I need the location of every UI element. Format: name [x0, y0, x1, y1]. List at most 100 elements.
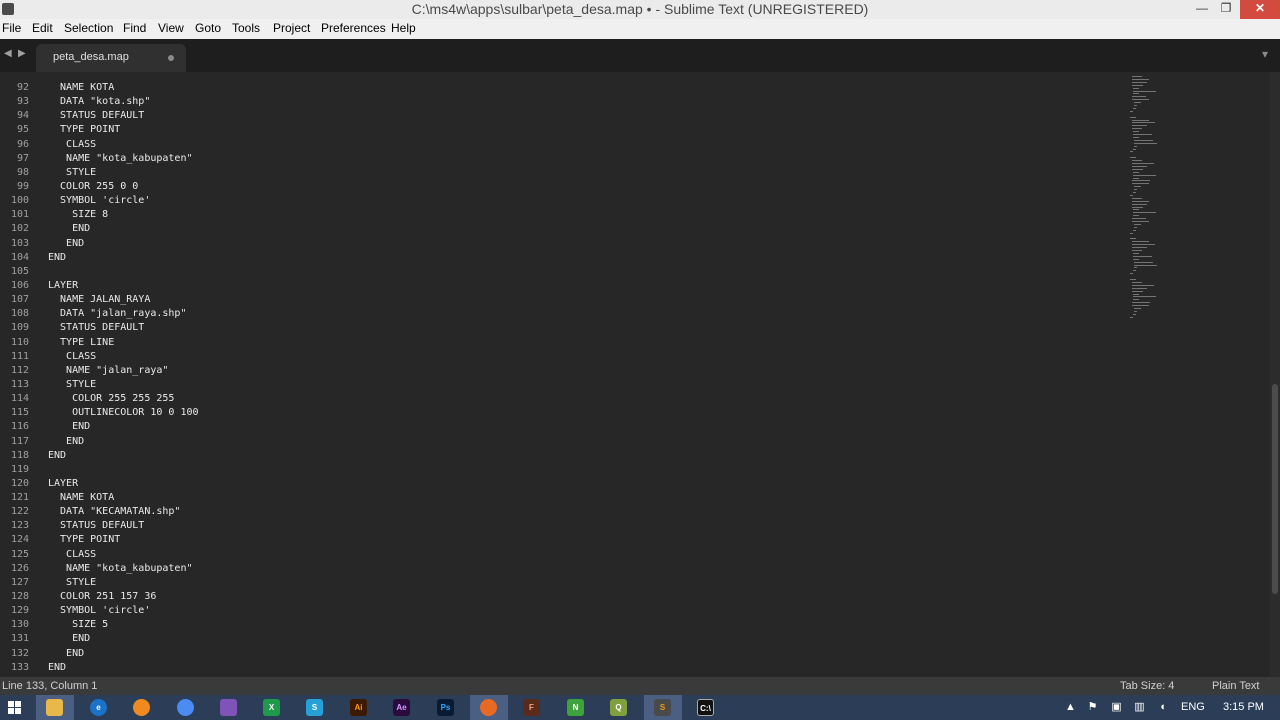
tab-size-selector[interactable]: Tab Size: 4 [1120, 677, 1174, 695]
code-line[interactable]: 93 DATA "kota.shp" [0, 95, 1120, 109]
code-line[interactable]: 98 STYLE [0, 166, 1120, 180]
excel-icon[interactable]: X [263, 699, 280, 716]
windows-start-icon[interactable] [8, 701, 21, 714]
line-text[interactable]: DATA "jalan_raya.shp" [48, 307, 186, 321]
line-text[interactable]: NAME "kota_kabupaten" [48, 152, 192, 166]
code-line[interactable]: 106 LAYER [0, 279, 1120, 293]
code-line[interactable]: 129 SYMBOL 'circle' [0, 604, 1120, 618]
line-text[interactable]: STATUS DEFAULT [48, 321, 144, 335]
menu-tools[interactable]: Tools [232, 19, 260, 38]
code-line[interactable]: 111 CLASS [0, 350, 1120, 364]
code-line[interactable]: 119 [0, 463, 1120, 477]
tray-flag-icon[interactable]: ⚑ [1086, 701, 1099, 714]
tab-prev-icon[interactable]: ◀ [4, 48, 12, 59]
line-text[interactable]: END [48, 420, 90, 434]
line-text[interactable]: END [48, 661, 66, 675]
line-text[interactable]: TYPE POINT [48, 123, 120, 137]
menu-edit[interactable]: Edit [32, 19, 53, 38]
code-line[interactable]: 103 END [0, 237, 1120, 251]
line-text[interactable]: SIZE 8 [48, 208, 108, 222]
code-line[interactable]: 101 SIZE 8 [0, 208, 1120, 222]
code-line[interactable]: 105 [0, 265, 1120, 279]
language-indicator[interactable]: ENG [1181, 695, 1205, 720]
code-line[interactable]: 122 DATA "KECAMATAN.shp" [0, 505, 1120, 519]
line-text[interactable]: TYPE POINT [48, 533, 120, 547]
menu-find[interactable]: Find [123, 19, 146, 38]
line-text[interactable]: LAYER [48, 279, 78, 293]
code-line[interactable]: 99 COLOR 255 0 0 [0, 180, 1120, 194]
menu-file[interactable]: File [2, 19, 21, 38]
code-line[interactable]: 115 OUTLINECOLOR 10 0 100 [0, 406, 1120, 420]
sublime-text-icon[interactable]: S [654, 699, 671, 716]
code-line[interactable]: 108 DATA "jalan_raya.shp" [0, 307, 1120, 321]
line-text[interactable]: NAME "jalan_raya" [48, 364, 168, 378]
code-line[interactable]: 107 NAME JALAN_RAYA [0, 293, 1120, 307]
line-text[interactable]: END [48, 237, 84, 251]
line-text[interactable]: STATUS DEFAULT [48, 109, 144, 123]
code-line[interactable]: 92 NAME KOTA [0, 81, 1120, 95]
line-text[interactable]: CLASS [48, 138, 96, 152]
line-text[interactable]: STATUS DEFAULT [48, 519, 144, 533]
firefox-icon[interactable] [480, 699, 497, 716]
line-text[interactable]: SYMBOL 'circle' [48, 194, 150, 208]
code-line[interactable]: 133 END [0, 661, 1120, 675]
line-text[interactable]: DATA "KECAMATAN.shp" [48, 505, 180, 519]
code-line[interactable]: 96 CLASS [0, 138, 1120, 152]
tray-overflow-icon[interactable]: ▲ [1064, 701, 1077, 714]
menu-goto[interactable]: Goto [195, 19, 221, 38]
code-editor[interactable]: 92 NAME KOTA 93 DATA "kota.shp" 94 STATUS … [0, 72, 1280, 677]
code-line[interactable]: 117 END [0, 435, 1120, 449]
syntax-selector[interactable]: Plain Text [1212, 677, 1260, 695]
code-line[interactable]: 121 NAME KOTA [0, 491, 1120, 505]
tab-overflow-icon[interactable]: ▾ [1262, 47, 1268, 61]
internet-explorer-icon[interactable]: e [90, 699, 107, 716]
line-text[interactable]: STYLE [48, 166, 96, 180]
app-green-icon[interactable]: N [567, 699, 584, 716]
app-olive-icon[interactable]: Q [610, 699, 627, 716]
visual-studio-icon[interactable] [220, 699, 237, 716]
vertical-scrollbar[interactable] [1270, 72, 1280, 677]
photoshop-icon[interactable]: Ps [437, 699, 454, 716]
scrollbar-thumb[interactable] [1272, 384, 1278, 594]
clock[interactable]: 3:15 PM [1223, 695, 1264, 720]
code-line[interactable]: 112 NAME "jalan_raya" [0, 364, 1120, 378]
line-text[interactable]: COLOR 251 157 36 [48, 590, 156, 604]
code-line[interactable]: 97 NAME "kota_kabupaten" [0, 152, 1120, 166]
after-effects-icon[interactable]: Ae [393, 699, 410, 716]
line-text[interactable]: END [48, 435, 84, 449]
tray-network-icon[interactable]: ▣ [1110, 701, 1123, 714]
code-line[interactable]: 114 COLOR 255 255 255 [0, 392, 1120, 406]
illustrator-icon[interactable]: Ai [350, 699, 367, 716]
line-text[interactable]: STYLE [48, 378, 96, 392]
line-text[interactable]: SYMBOL 'circle' [48, 604, 150, 618]
code-line[interactable]: 109 STATUS DEFAULT [0, 321, 1120, 335]
code-line[interactable]: 100 SYMBOL 'circle' [0, 194, 1120, 208]
line-text[interactable]: SIZE 5 [48, 618, 108, 632]
chrome-icon[interactable] [177, 699, 194, 716]
tab-peta-desa[interactable]: peta_desa.map [36, 44, 186, 72]
line-text[interactable]: END [48, 251, 66, 265]
menu-preferences[interactable]: Preferences [321, 19, 386, 38]
minimap[interactable] [1124, 72, 1180, 332]
line-text[interactable]: END [48, 449, 66, 463]
line-text[interactable]: END [48, 647, 84, 661]
command-prompt-icon[interactable]: C:\ [697, 699, 714, 716]
code-line[interactable]: 132 END [0, 647, 1120, 661]
line-text[interactable]: END [48, 222, 90, 236]
tray-signal-icon[interactable]: ▥ [1133, 701, 1146, 714]
code-line[interactable]: 124 TYPE POINT [0, 533, 1120, 547]
line-text[interactable]: STYLE [48, 576, 96, 590]
tab-next-icon[interactable]: ▶ [18, 48, 26, 59]
menu-help[interactable]: Help [391, 19, 416, 38]
code-line[interactable]: 120 LAYER [0, 477, 1120, 491]
code-line[interactable]: 110 TYPE LINE [0, 336, 1120, 350]
code-line[interactable]: 104 END [0, 251, 1120, 265]
line-text[interactable]: NAME KOTA [48, 81, 114, 95]
line-text[interactable]: END [48, 632, 90, 646]
line-text[interactable]: COLOR 255 0 0 [48, 180, 138, 194]
line-text[interactable]: NAME KOTA [48, 491, 114, 505]
app-orange-icon[interactable] [133, 699, 150, 716]
line-text[interactable]: CLASS [48, 548, 96, 562]
tray-volume-icon[interactable]: ◖ [1156, 701, 1169, 714]
code-line[interactable]: 102 END [0, 222, 1120, 236]
